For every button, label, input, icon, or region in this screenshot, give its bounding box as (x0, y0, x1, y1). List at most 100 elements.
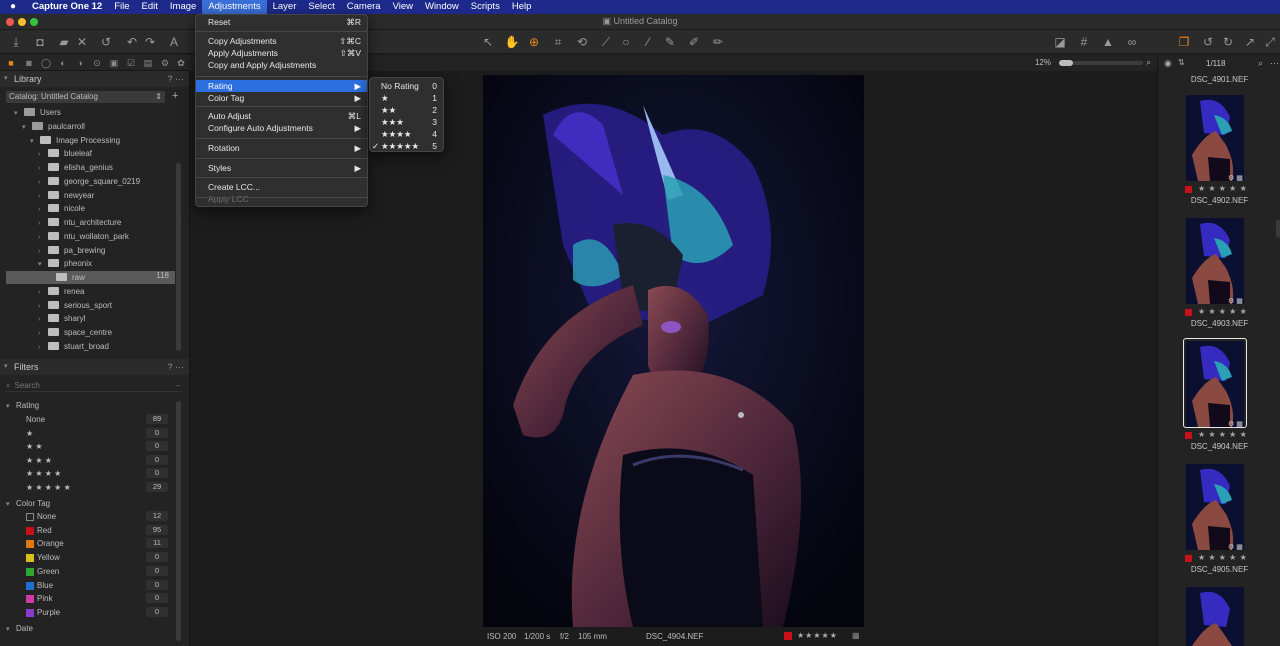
color-filter-row[interactable]: None 12 (0, 510, 180, 523)
browser-menu-icon[interactable]: ⋯ (1270, 58, 1279, 69)
menu-item-configure-auto-adjustments[interactable]: Configure Auto Adjustments ▶ (196, 122, 367, 134)
rating-filter-row[interactable]: ★ ★ ★ ★ ★ 29 (0, 481, 180, 494)
folder-item[interactable]: › ntu_wollaton_park (38, 230, 129, 243)
color-tab-icon[interactable]: ◐ (57, 57, 69, 69)
menu-item-auto-adjust[interactable]: Auto Adjust ⌘L (196, 110, 367, 122)
adjust-tab-icon[interactable]: ▣ (108, 57, 120, 69)
chevron-icon[interactable]: ▾ (30, 135, 40, 148)
rating-option[interactable]: ★★★ 3 (370, 116, 443, 128)
chevron-icon[interactable]: › (38, 327, 48, 340)
rating-filter-row[interactable]: ★ ★ ★ 0 (0, 454, 180, 467)
menu-item-color-tag[interactable]: Color Tag ▶ (196, 92, 367, 104)
chevron-icon[interactable]: › (38, 245, 48, 258)
apple-menu-icon[interactable]: ● (0, 0, 26, 14)
menu-item-create-lcc[interactable]: Create LCC... (196, 181, 367, 193)
zoom-search-icon[interactable]: ⌕ (1146, 57, 1151, 68)
text-tool-icon[interactable]: A (166, 34, 182, 50)
color-filter-row[interactable]: Purple 0 (0, 606, 180, 619)
batch-icon[interactable]: ▰ (56, 34, 72, 50)
menu-item-reset[interactable]: Reset ⌘R (196, 16, 367, 28)
reset-icon[interactable]: ↺ (98, 34, 114, 50)
menu-item-copy-and-apply-adjustments[interactable]: Copy and Apply Adjustments (196, 59, 367, 71)
menu-scripts[interactable]: Scripts (465, 0, 506, 14)
chevron-icon[interactable]: › (38, 286, 48, 299)
menu-select[interactable]: Select (302, 0, 340, 14)
color-filter-row[interactable]: Red 95 (0, 524, 180, 537)
rating-option[interactable]: ★★★★ 4 (370, 128, 443, 140)
thumbnail-stars[interactable]: ★ ★ ★ ★ ★ (1198, 430, 1247, 439)
app-menu[interactable]: Capture One 12 (26, 0, 108, 14)
warning-icon[interactable]: ▲ (1100, 34, 1116, 50)
folder-item[interactable]: ▾ paulcarroll (22, 120, 85, 133)
thumbnail-stars[interactable]: ★ ★ ★ ★ ★ (1198, 553, 1247, 562)
rotate-right-icon[interactable]: ↻ (1220, 34, 1236, 50)
menu-help[interactable]: Help (506, 0, 538, 14)
crop-tool-icon[interactable]: ⌗ (550, 34, 566, 50)
color-filter-row[interactable]: Pink 0 (0, 592, 180, 605)
rating-filter-row[interactable]: ★ ★ 0 (0, 440, 180, 453)
thumbnail-stars[interactable]: ★ ★ ★ ★ ★ (1198, 307, 1247, 316)
grid-icon[interactable]: # (1076, 34, 1092, 50)
menu-item-styles[interactable]: Styles ▶ (196, 162, 367, 174)
menu-item-apply-adjustments[interactable]: Apply Adjustments ⇧⌘V (196, 47, 367, 59)
undo-icon[interactable]: ↶ (124, 34, 140, 50)
menu-item-copy-adjustments[interactable]: Copy Adjustments ⇧⌘C (196, 35, 367, 47)
chevron-icon[interactable]: › (38, 203, 48, 216)
menu-item-rating[interactable]: Rating ▶ (196, 80, 367, 92)
thumbnail-stars[interactable]: ★ ★ ★ ★ ★ (1198, 184, 1247, 193)
chevron-icon[interactable]: ▾ (38, 258, 48, 271)
redo-icon[interactable]: ↷ (142, 34, 158, 50)
folder-item[interactable]: › space_centre (38, 326, 112, 339)
thumbnail-color-tag[interactable] (1185, 309, 1192, 316)
folder-item[interactable]: › elisha_genius (38, 161, 113, 174)
zoom-slider[interactable] (1059, 60, 1143, 66)
rotate-tool-icon[interactable]: ⟲ (574, 34, 590, 50)
thumbnail-image[interactable] (1186, 341, 1244, 427)
rotate-left-icon[interactable]: ↺ (1200, 34, 1216, 50)
metadata-tab-icon[interactable]: ☑ (125, 57, 137, 69)
menu-file[interactable]: File (108, 0, 135, 14)
folder-item[interactable]: › nicole (38, 202, 85, 215)
picker-tool-icon[interactable]: ⁄ (640, 34, 656, 50)
viewer-star-rating[interactable]: ★★★★★ (797, 631, 838, 640)
settings-tab-icon[interactable]: ⚙ (159, 57, 171, 69)
lens-tab-icon[interactable]: ◯ (40, 57, 52, 69)
folder-item[interactable]: › newyear (38, 189, 94, 202)
menu-edit[interactable]: Edit (136, 0, 164, 14)
fullscreen-icon[interactable]: ⤢ (1262, 34, 1278, 50)
chevron-icon[interactable]: › (38, 162, 48, 175)
thumbnail-image[interactable] (1186, 587, 1244, 646)
delete-icon[interactable]: ✕ (74, 34, 90, 50)
thumbnail-color-tag[interactable] (1185, 432, 1192, 439)
menu-window[interactable]: Window (419, 0, 465, 14)
chevron-icon[interactable]: ▾ (14, 107, 24, 120)
folder-item[interactable]: ▾ Image Processing (30, 134, 120, 147)
rating-filter-row[interactable]: ★ ★ ★ ★ 0 (0, 467, 180, 480)
chevron-icon[interactable]: › (38, 313, 48, 326)
thumbnail-image[interactable] (1186, 464, 1244, 550)
rating-filter-row[interactable]: None 89 (0, 413, 180, 426)
filter-search[interactable]: ⌕ Search – (6, 379, 182, 392)
chevron-icon[interactable]: › (38, 217, 48, 230)
stack-icon[interactable]: ❐ (1176, 34, 1192, 50)
expand-icon[interactable]: ↗ (1242, 34, 1258, 50)
thumbnail-color-tag[interactable] (1185, 555, 1192, 562)
folder-item[interactable]: › serious_sport (38, 299, 112, 312)
zoom-slider-handle[interactable] (1059, 60, 1073, 66)
brush-tool-icon[interactable]: ✎ (662, 34, 678, 50)
folder-item[interactable]: ▾ pheonix (38, 257, 92, 270)
chevron-icon[interactable]: ▾ (22, 121, 32, 134)
clear-search-icon[interactable]: – (176, 379, 180, 392)
chevron-icon[interactable]: › (38, 176, 48, 189)
capture-tab-icon[interactable]: ◙ (23, 57, 35, 69)
keystone-tool-icon[interactable]: ⟋ (598, 34, 614, 50)
zoom-tool-icon[interactable]: ⊕ (526, 34, 542, 50)
rating-option[interactable]: ✓ ★★★★★ 5 (370, 140, 443, 152)
menu-layer[interactable]: Layer (267, 0, 303, 14)
folder-item[interactable]: › stuart_broad (38, 340, 109, 353)
folder-item[interactable]: › george_square_0219 (38, 175, 140, 188)
rating-option[interactable]: ★ 1 (370, 92, 443, 104)
pointer-tool-icon[interactable]: ↖ (480, 34, 496, 50)
browser-search-icon[interactable]: ⌕ (1258, 58, 1263, 69)
folder-item[interactable]: › blueleaf (38, 147, 92, 160)
